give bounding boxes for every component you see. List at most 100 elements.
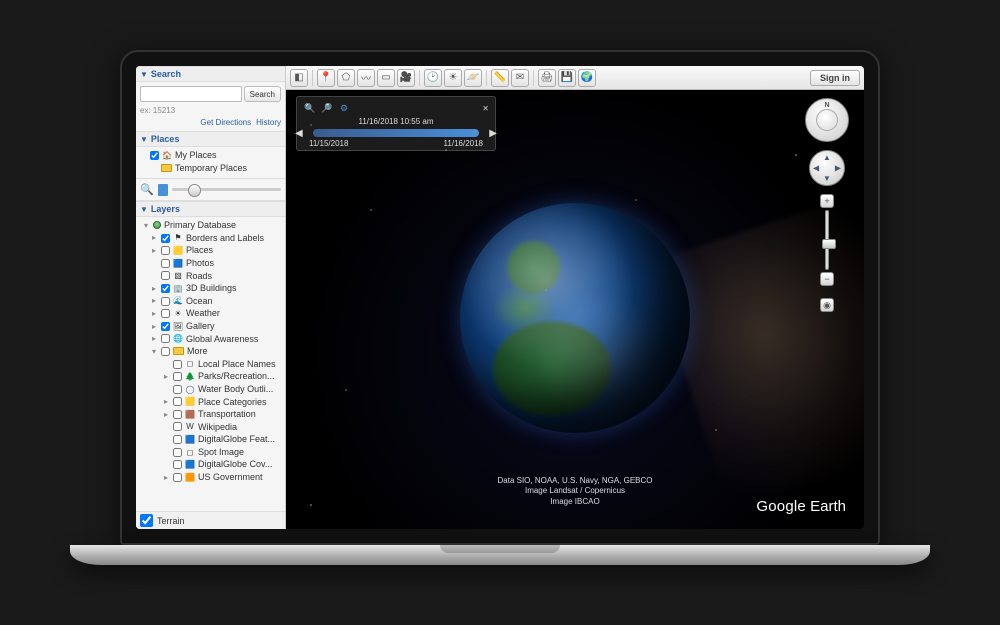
primary-db-label: Primary Database — [164, 219, 236, 232]
time-track[interactable] — [313, 129, 479, 137]
layer-place-categories[interactable]: ▸🟨Place Categories — [138, 396, 283, 409]
placemark-button[interactable]: 📍 — [317, 69, 335, 87]
navigation-controls: ▲ ▼ ◀ ▶ + − ◉ — [805, 98, 849, 312]
zoom-slider[interactable] — [825, 210, 829, 270]
save-image-button[interactable]: 💾 — [558, 69, 576, 87]
pan-left-icon[interactable]: ◀ — [813, 164, 819, 173]
layers-heading: Layers — [151, 204, 180, 214]
sunlight-button[interactable]: ☀ — [444, 69, 462, 87]
time-end-label: 11/16/2018 — [444, 139, 483, 148]
ruler-button[interactable]: 📏 — [491, 69, 509, 87]
layer-terrain[interactable]: Terrain — [136, 511, 285, 529]
time-next-icon[interactable]: ▶ — [489, 128, 497, 139]
get-directions-link[interactable]: Get Directions — [200, 118, 251, 127]
primary-db-node[interactable]: ▾ Primary Database — [138, 219, 283, 232]
layer-wikipedia[interactable]: WWikipedia — [138, 421, 283, 434]
close-icon[interactable]: ✕ — [482, 104, 489, 113]
weather-icon: ☀ — [173, 309, 183, 319]
planets-button[interactable]: 🪐 — [464, 69, 482, 87]
layer-3d-buildings[interactable]: ▸🏢3D Buildings — [138, 282, 283, 295]
time-current-label: 11/16/2018 10:55 am — [303, 117, 489, 126]
my-places-label: My Places — [175, 149, 217, 162]
earth-globe[interactable] — [460, 203, 690, 433]
pan-right-icon[interactable]: ▶ — [835, 164, 841, 173]
temp-places-node[interactable]: Temporary Places — [138, 162, 283, 175]
zoom-in-time-icon[interactable]: 🔎 — [320, 101, 334, 115]
pan-up-icon[interactable]: ▲ — [823, 153, 831, 162]
time-start-label: 11/15/2018 — [309, 139, 348, 148]
sidebar: ▼ Search Search ex: 15213 Get Directions… — [136, 66, 286, 529]
globe-icon: 🌐 — [173, 334, 183, 344]
zoom-out-time-icon[interactable]: 🔍 — [303, 101, 317, 115]
gallery-icon: 🖼 — [173, 321, 183, 331]
places-heading: Places — [151, 134, 180, 144]
layer-borders[interactable]: ▸⚑Borders and Labels — [138, 232, 283, 245]
view-in-maps-button[interactable]: 🌍 — [578, 69, 596, 87]
layer-dg-coverage[interactable]: 🟦DigitalGlobe Cov... — [138, 458, 283, 471]
search-icon[interactable]: 🔍 — [140, 183, 154, 196]
layer-more[interactable]: ▾More — [138, 345, 283, 358]
app-window: ▼ Search Search ex: 15213 Get Directions… — [136, 66, 864, 529]
expand-icon[interactable]: ▾ — [142, 220, 150, 231]
toolbar: ◧ 📍 ⬠ 〰 ▭ 🎥 🕑 ☀ 🪐 📏 ✉ — [286, 66, 864, 90]
places-icon: 🟨 — [173, 246, 183, 256]
building-icon: 🏢 — [173, 283, 183, 293]
layer-parks[interactable]: ▸🌲Parks/Recreation... — [138, 370, 283, 383]
email-button[interactable]: ✉ — [511, 69, 529, 87]
layer-gallery[interactable]: ▸🖼Gallery — [138, 320, 283, 333]
tree-icon: 🌲 — [185, 372, 195, 382]
layer-global-awareness[interactable]: ▸🌐Global Awareness — [138, 333, 283, 346]
zoom-out-button[interactable]: − — [820, 272, 834, 286]
time-slider[interactable]: 🔍 🔎 ⚙ ✕ 11/16/2018 10:55 am ◀ ▶ — [296, 96, 496, 151]
layer-weather[interactable]: ▸☀Weather — [138, 307, 283, 320]
google-earth-logo: Google Earth — [756, 498, 846, 515]
opacity-slider[interactable] — [172, 188, 281, 191]
layer-roads[interactable]: ▧Roads — [138, 270, 283, 283]
history-link[interactable]: History — [256, 118, 281, 127]
terrain-label: Terrain — [157, 516, 185, 526]
collapse-icon: ▼ — [140, 205, 148, 214]
layer-ocean[interactable]: ▸🌊Ocean — [138, 295, 283, 308]
places-section-header[interactable]: ▼ Places — [136, 131, 285, 147]
layer-dg-featured[interactable]: 🟦DigitalGlobe Feat... — [138, 433, 283, 446]
layer-local-names[interactable]: ◻Local Place Names — [138, 358, 283, 371]
pan-down-icon[interactable]: ▼ — [823, 174, 831, 183]
zoom-in-button[interactable]: + — [820, 194, 834, 208]
search-hint: ex: 15213 — [140, 106, 281, 115]
polygon-button[interactable]: ⬠ — [337, 69, 355, 87]
expand-icon[interactable]: ▾ — [150, 346, 158, 357]
sign-in-button[interactable]: Sign in — [810, 70, 860, 86]
time-settings-icon[interactable]: ⚙ — [337, 101, 351, 115]
historical-imagery-button[interactable]: 🕑 — [424, 69, 442, 87]
terrain-checkbox[interactable] — [140, 514, 153, 527]
record-tour-button[interactable]: 🎥 — [397, 69, 415, 87]
globe-viewport[interactable]: 🔍 🔎 ⚙ ✕ 11/16/2018 10:55 am ◀ ▶ — [286, 90, 864, 529]
layer-spot-image[interactable]: ◻Spot Image — [138, 446, 283, 459]
print-button[interactable]: 🖨 — [538, 69, 556, 87]
path-button[interactable]: 〰 — [357, 69, 375, 87]
opacity-slider-row: 🔍 — [136, 178, 285, 201]
pan-control[interactable]: ▲ ▼ ◀ ▶ — [809, 150, 845, 186]
layer-water-body[interactable]: ◯Water Body Outli... — [138, 383, 283, 396]
folder-icon — [173, 347, 184, 355]
folder-icon — [161, 164, 172, 172]
layers-section-header[interactable]: ▼ Layers — [136, 201, 285, 217]
time-prev-icon[interactable]: ◀ — [295, 128, 303, 139]
checkbox[interactable] — [150, 151, 159, 160]
search-button[interactable]: Search — [244, 86, 281, 102]
search-input[interactable] — [140, 86, 242, 102]
search-heading: Search — [151, 69, 181, 79]
my-places-node[interactable]: 🏠 My Places — [138, 149, 283, 162]
image-overlay-button[interactable]: ▭ — [377, 69, 395, 87]
look-compass[interactable] — [805, 98, 849, 142]
outline-icon: ◯ — [185, 384, 195, 394]
flag-icon: ⚑ — [173, 233, 183, 243]
hide-sidebar-button[interactable]: ◧ — [290, 69, 308, 87]
street-view-button[interactable]: ◉ — [820, 298, 834, 312]
layer-transportation[interactable]: ▸🟫Transportation — [138, 408, 283, 421]
collapse-icon: ▼ — [140, 70, 148, 79]
layer-photos[interactable]: 🟦Photos — [138, 257, 283, 270]
layer-us-government[interactable]: ▸🟧US Government — [138, 471, 283, 484]
search-section-header[interactable]: ▼ Search — [136, 66, 285, 82]
layer-places[interactable]: ▸🟨Places — [138, 244, 283, 257]
